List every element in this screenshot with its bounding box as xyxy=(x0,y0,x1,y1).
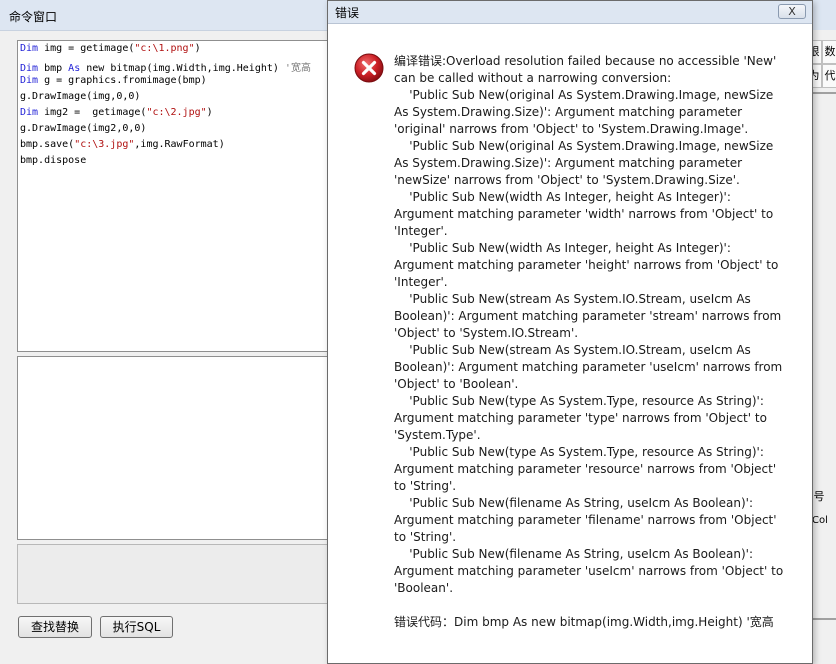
code-token: "c:\3.jpg" xyxy=(74,139,135,150)
code-line: Dim img2 = getimage("c:\2.jpg") xyxy=(20,107,213,123)
message-line: Boolean)': Argument matching parameter '… xyxy=(394,360,783,374)
message-line: 'Public Sub New(width As Integer, height… xyxy=(394,190,731,204)
message-line: 'Object' to 'System.IO.Stream'. xyxy=(394,326,579,340)
close-button[interactable]: X xyxy=(778,4,806,19)
code-token: "c:\2.jpg" xyxy=(146,107,207,118)
message-line: 'Boolean'. xyxy=(394,581,454,595)
message-line: As System.Drawing.Size)': Argument match… xyxy=(394,105,743,119)
code-line: bmp.dispose xyxy=(20,155,86,171)
message-line: 'Public Sub New(filename As String, useI… xyxy=(394,547,754,561)
message-line: 'original' narrows from 'Object' to 'Sys… xyxy=(394,122,749,136)
code-token: Dim xyxy=(20,75,39,86)
strip-label: 代 xyxy=(822,64,836,88)
message-line: 'newSize' narrows from 'Object' to 'Syst… xyxy=(394,173,740,187)
code-line: Dim g = graphics.fromimage(bmp) xyxy=(20,75,207,91)
run-sql-button[interactable]: 执行SQL xyxy=(100,616,173,638)
message-line: can be called without a narrowing conver… xyxy=(394,71,672,85)
code-token: img2 = getimage( xyxy=(38,107,147,118)
code-token: Dim xyxy=(20,63,39,74)
message-line: 'Public Sub New(original As System.Drawi… xyxy=(394,88,774,102)
message-line: 'Object' to 'Boolean'. xyxy=(394,377,519,391)
code-line: Dim img = getimage("c:\1.png") xyxy=(20,43,201,59)
code-token: ,img.RawFormat) xyxy=(134,139,225,150)
command-window-title: 命令窗口 xyxy=(9,10,58,24)
message-line: 'Public Sub New(stream As System.IO.Stre… xyxy=(394,343,751,357)
code-token: new bitmap(img.Width,img.Height) xyxy=(80,63,279,74)
code-token: As xyxy=(68,63,81,74)
message-line: 'Integer'. xyxy=(394,275,448,289)
code-token: bmp xyxy=(38,63,69,74)
message-line: 'Public Sub New(original As System.Drawi… xyxy=(394,139,774,153)
strip-label: 数 xyxy=(822,40,836,64)
message-line: Argument matching parameter 'filename' n… xyxy=(394,513,777,527)
message-line: Boolean)': Argument matching parameter '… xyxy=(394,309,782,323)
code-token: '宽高 xyxy=(278,63,311,74)
message-line: 'Integer'. xyxy=(394,224,448,238)
dialog-titlebar[interactable]: 错误 X xyxy=(328,1,812,24)
message-line: Argument matching parameter 'useIcm' nar… xyxy=(394,564,784,578)
code-token: bmp.dispose xyxy=(20,155,87,166)
code-token: img = getimage( xyxy=(38,43,135,54)
message-line: Argument matching parameter 'height' nar… xyxy=(394,258,779,272)
dialog-title: 错误 xyxy=(335,6,360,20)
code-line: bmp.save("c:\3.jpg",img.RawFormat) xyxy=(20,139,225,155)
code-line: g.DrawImage(img2,0,0) xyxy=(20,123,146,139)
code-editor[interactable]: Dim img = getimage("c:\1.png") Dim bmp As… xyxy=(17,40,335,352)
code-token: g.DrawImage(img,0,0) xyxy=(20,91,141,102)
code-token: Dim xyxy=(20,43,39,54)
strip-label: 号 xyxy=(813,490,825,503)
code-line: Dim bmp As new bitmap(img.Width,img.Heig… xyxy=(20,59,311,75)
code-token: ) xyxy=(194,43,201,54)
message-line: Argument matching parameter 'width' narr… xyxy=(394,207,774,221)
code-token: ) xyxy=(206,107,213,118)
message-line: As System.Drawing.Size)': Argument match… xyxy=(394,156,743,170)
message-line: 'Public Sub New(filename As String, useI… xyxy=(394,496,754,510)
code-token: "c:\1.png" xyxy=(134,43,195,54)
code-line: g.DrawImage(img,0,0) xyxy=(20,91,140,107)
message-line: 'Public Sub New(stream As System.IO.Stre… xyxy=(394,292,751,306)
message-line: 编译错误:Overload resolution failed because … xyxy=(394,54,777,68)
message-line: to 'String'. xyxy=(394,530,457,544)
message-line: 'System.Type'. xyxy=(394,428,481,442)
message-line: 'Public Sub New(width As Integer, height… xyxy=(394,241,731,255)
message-line: 'Public Sub New(type As System.Type, res… xyxy=(394,445,764,459)
message-line: Argument matching parameter 'resource' n… xyxy=(394,462,777,476)
code-token: Dim xyxy=(20,107,39,118)
result-pane[interactable] xyxy=(17,356,335,540)
error-x-icon xyxy=(354,53,384,83)
code-token: g.DrawImage(img2,0,0) xyxy=(20,123,147,134)
find-replace-button[interactable]: 查找替换 xyxy=(18,616,92,638)
message-line: to 'String'. xyxy=(394,479,457,493)
code-token: bmp.save( xyxy=(20,139,75,150)
message-line: Argument matching parameter 'type' narro… xyxy=(394,411,767,425)
status-pane xyxy=(17,544,335,604)
error-code-line: 错误代码：Dim bmp As new bitmap(img.Width,img… xyxy=(394,615,774,629)
code-token: g = graphics.fromimage(bmp) xyxy=(38,75,207,86)
message-line: 'Public Sub New(type As System.Type, res… xyxy=(394,394,764,408)
